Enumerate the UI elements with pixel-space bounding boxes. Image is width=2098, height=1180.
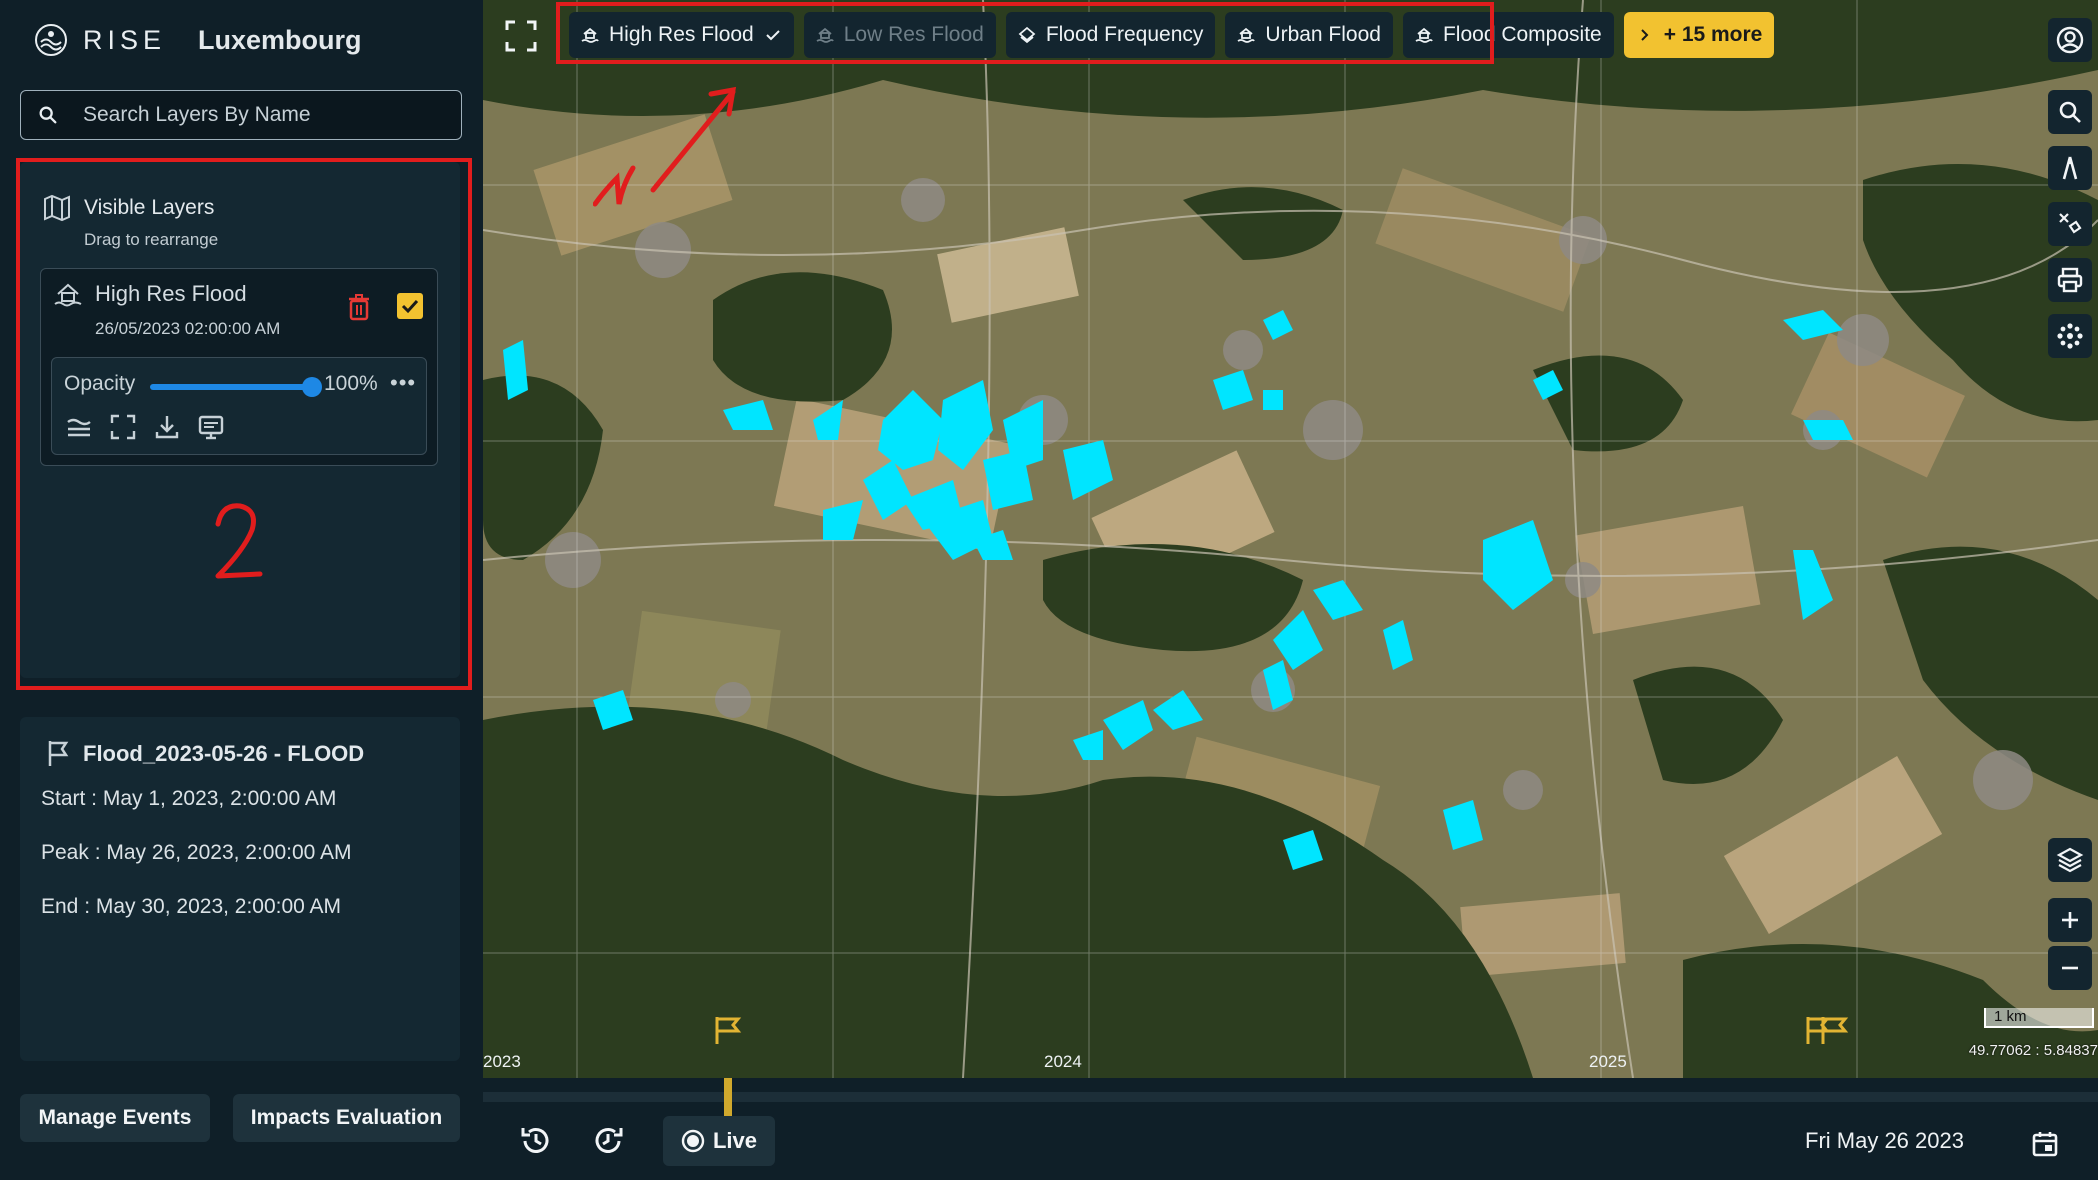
chip-label: Flood Frequency bbox=[1045, 23, 1204, 46]
zoom-in-button[interactable] bbox=[2048, 898, 2092, 942]
chip-label: Low Res Flood bbox=[843, 23, 984, 46]
brand: RISE Luxembourg bbox=[33, 22, 362, 58]
manage-events-button[interactable]: Manage Events bbox=[20, 1094, 210, 1142]
event-flag-icon[interactable] bbox=[712, 1014, 744, 1046]
download-icon[interactable] bbox=[152, 412, 182, 442]
compass-button[interactable] bbox=[2048, 146, 2092, 190]
flag-icon bbox=[48, 741, 69, 766]
flood-icon bbox=[54, 283, 82, 307]
check-icon bbox=[766, 30, 780, 41]
zoom-out-button[interactable] bbox=[2048, 946, 2092, 990]
map-scale: 1 km bbox=[1984, 1008, 2094, 1028]
visible-layers-panel: Visible Layers Drag to rearrange High Re… bbox=[20, 162, 460, 678]
chip-low-res-flood[interactable]: Low Res Flood bbox=[803, 12, 996, 58]
live-button[interactable]: Live bbox=[663, 1116, 775, 1166]
live-indicator-icon bbox=[681, 1129, 705, 1153]
chip-label: High Res Flood bbox=[609, 23, 754, 46]
more-options-button[interactable]: ••• bbox=[390, 370, 416, 396]
rise-logo-icon bbox=[35, 24, 67, 56]
history-forward-icon[interactable] bbox=[589, 1122, 627, 1160]
event-start: Start : May 1, 2023, 2:00:00 AM bbox=[41, 787, 337, 810]
plus-icon bbox=[2062, 912, 2078, 928]
search-icon bbox=[39, 106, 57, 124]
network-icon bbox=[2057, 323, 2083, 349]
legend-icon[interactable] bbox=[64, 412, 94, 442]
delete-layer-button[interactable] bbox=[347, 293, 371, 321]
more-layers-label: + 15 more bbox=[1663, 23, 1763, 46]
timeline-current-marker[interactable] bbox=[724, 1078, 732, 1116]
opacity-slider-handle[interactable] bbox=[302, 377, 322, 397]
layer-search[interactable] bbox=[20, 90, 462, 140]
map-view[interactable]: 2023 2024 2025 1 km 49.77062 : 5.84837 H… bbox=[483, 0, 2098, 1078]
opacity-slider[interactable] bbox=[150, 384, 310, 390]
compass-icon bbox=[2062, 156, 2078, 180]
zoom-to-extent-icon[interactable] bbox=[108, 412, 138, 442]
event-peak: Peak : May 26, 2023, 2:00:00 AM bbox=[41, 841, 352, 864]
map-icon bbox=[44, 194, 70, 222]
layer-info-icon[interactable] bbox=[196, 412, 226, 442]
opacity-value: 100% bbox=[324, 372, 378, 395]
layer-visibility-checkbox[interactable] bbox=[397, 293, 423, 319]
network-button[interactable] bbox=[2048, 314, 2092, 358]
opacity-label: Opacity bbox=[64, 372, 136, 395]
map-search-button[interactable] bbox=[2048, 90, 2092, 134]
sidebar: RISE Luxembourg Visible Layers Drag to r… bbox=[0, 0, 483, 1180]
layer-chips-bar: High Res Flood Low Res Flood Flood Frequ… bbox=[569, 12, 1775, 58]
timeline-year-2025: 2025 bbox=[1589, 1052, 1627, 1071]
flood-icon bbox=[1237, 27, 1256, 43]
flood-icon bbox=[1415, 27, 1433, 43]
user-icon bbox=[2056, 26, 2084, 54]
fullscreen-button[interactable] bbox=[503, 18, 539, 54]
event-title: Flood_2023-05-26 - FLOOD bbox=[83, 741, 365, 766]
measure-icon bbox=[2059, 213, 2082, 234]
visible-layers-title: Visible Layers bbox=[84, 196, 215, 219]
chevron-right-icon bbox=[1641, 29, 1649, 41]
user-profile-button[interactable] bbox=[2048, 18, 2092, 62]
visible-layers-header: Visible Layers bbox=[42, 194, 214, 222]
opacity-controls: Opacity 100% ••• bbox=[51, 357, 427, 455]
event-end: End : May 30, 2023, 2:00:00 AM bbox=[41, 895, 342, 918]
chip-label: Flood Composite bbox=[1442, 23, 1602, 46]
map-coordinates: 49.77062 : 5.84837 bbox=[1968, 1042, 2098, 1059]
chip-flood-composite[interactable]: Flood Composite bbox=[1402, 12, 1614, 58]
print-icon bbox=[2057, 267, 2083, 293]
history-back-icon[interactable] bbox=[517, 1122, 555, 1160]
print-button[interactable] bbox=[2048, 258, 2092, 302]
basemap-layers-button[interactable] bbox=[2048, 838, 2092, 882]
timeline-year-2023: 2023 bbox=[483, 1052, 521, 1071]
annotation-arrow-1 bbox=[593, 86, 737, 207]
layer-date: 26/05/2023 02:00:00 AM bbox=[95, 319, 281, 338]
search-input[interactable] bbox=[81, 102, 445, 128]
timeline-year-2024: 2024 bbox=[1044, 1052, 1082, 1071]
timeline-bar: Live Fri May 26 2023 bbox=[483, 1078, 2098, 1180]
event-flags-cluster-icon[interactable] bbox=[1803, 1014, 1851, 1046]
chip-high-res-flood[interactable]: High Res Flood bbox=[569, 12, 794, 58]
measure-button[interactable] bbox=[2048, 202, 2092, 246]
layer-tools bbox=[64, 412, 226, 442]
current-date: Fri May 26 2023 bbox=[1805, 1128, 1964, 1153]
calendar-icon[interactable] bbox=[2031, 1130, 2059, 1158]
layer-name: High Res Flood bbox=[95, 281, 247, 306]
live-label: Live bbox=[712, 1128, 758, 1153]
flood-icon bbox=[581, 27, 599, 43]
chip-flood-frequency[interactable]: Flood Frequency bbox=[1005, 12, 1216, 58]
chip-urban-flood[interactable]: Urban Flood bbox=[1225, 12, 1393, 58]
layer-card-high-res-flood[interactable]: High Res Flood 26/05/2023 02:00:00 AM Op… bbox=[40, 268, 438, 466]
impacts-evaluation-button[interactable]: Impacts Evaluation bbox=[233, 1094, 460, 1142]
event-panel: Flood_2023-05-26 - FLOOD Start : May 1, … bbox=[20, 717, 460, 1061]
layers-icon bbox=[2056, 847, 2084, 873]
annotation-number-2 bbox=[215, 503, 263, 579]
minus-icon bbox=[2062, 966, 2078, 970]
checkmark-icon bbox=[401, 299, 419, 314]
chip-label: Urban Flood bbox=[1265, 23, 1381, 46]
search-icon bbox=[2059, 101, 2081, 123]
flood-icon bbox=[816, 27, 834, 43]
region-name: Luxembourg bbox=[198, 24, 362, 55]
layers-diamond-icon bbox=[1018, 26, 1036, 44]
visible-layers-subtitle: Drag to rearrange bbox=[84, 230, 219, 249]
more-layers-button[interactable]: + 15 more bbox=[1623, 12, 1775, 58]
brand-name: RISE bbox=[83, 24, 167, 55]
